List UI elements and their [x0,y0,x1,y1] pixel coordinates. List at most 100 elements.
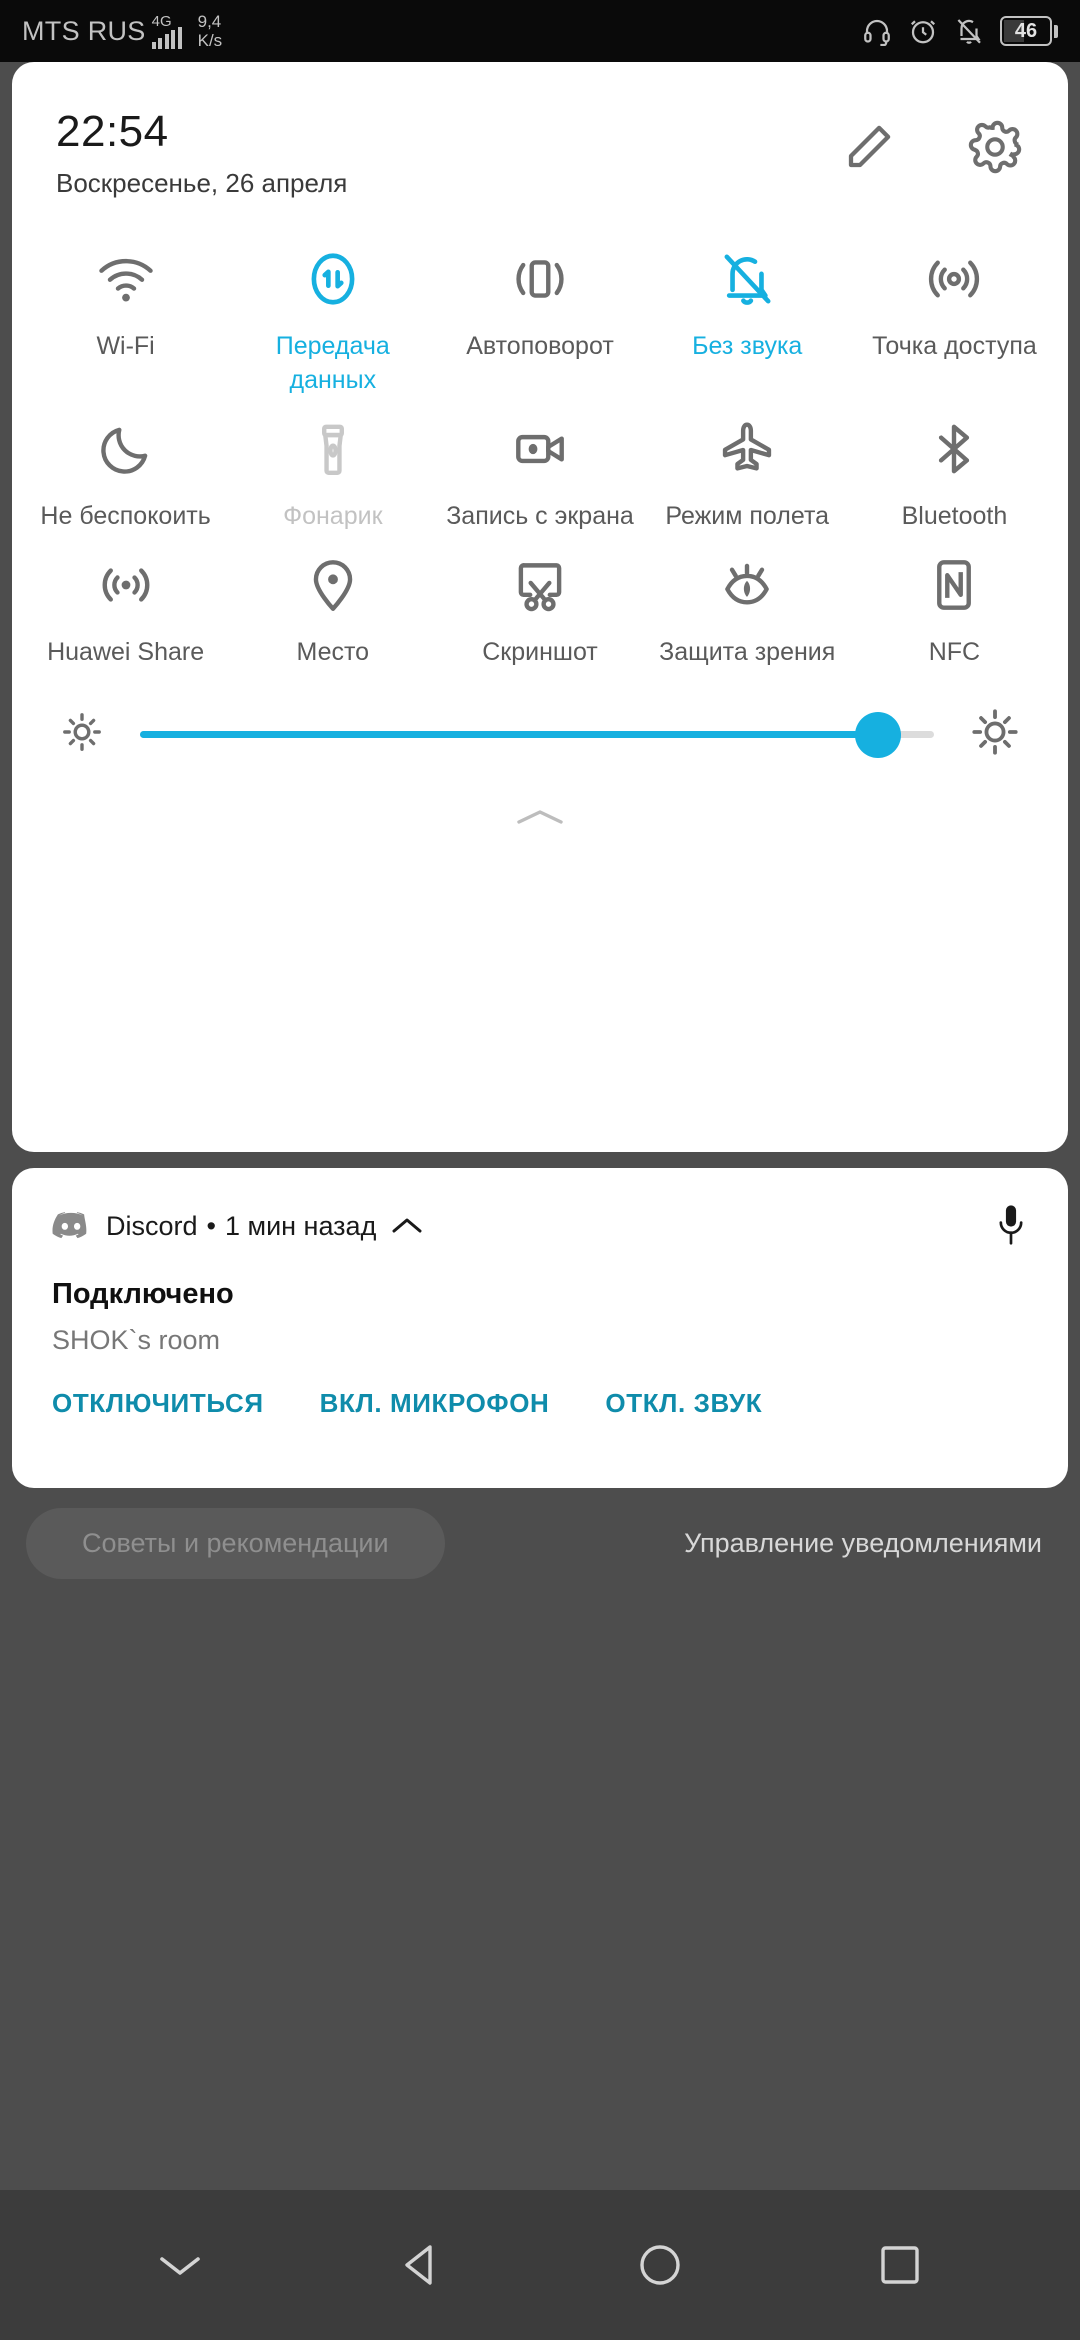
data-speed-unit: K/s [197,31,223,50]
battery-indicator: 46 [1000,16,1058,46]
quick-settings-row: Wi-Fi Передача данных Автоповорот Без зв… [22,227,1058,397]
battery-percent: 46 [1014,19,1038,42]
notification-title: Подключено [52,1278,234,1310]
auto-rotate-icon [509,241,571,317]
quick-settings-row: Huawei Share Место Скриншот Защита зрени… [22,533,1058,669]
qs-tile-label: Wi-Fi [96,332,155,360]
notification-shade-footer: Советы и рекомендации Управление уведомл… [0,1488,1080,1598]
qs-tile-do-not-disturb[interactable]: Не беспокоить [22,397,229,533]
qs-tile-airplane-mode[interactable]: Режим полета [644,397,851,533]
qs-tile-hotspot[interactable]: Точка доступа [851,227,1058,397]
clock-date-block: 22:54 Воскресенье, 26 апреля [56,110,347,199]
navigation-bar [0,2190,1080,2340]
airplane-icon [716,411,778,487]
microphone-icon[interactable] [994,1202,1028,1250]
brightness-low-icon [58,708,106,761]
qs-tile-label: Запись с экрана [446,502,634,530]
brightness-slider[interactable] [140,711,934,758]
brightness-slider-row [12,669,1068,764]
chevron-down-icon[interactable] [120,2205,240,2325]
data-speed-value: 9,4 [197,12,222,31]
hotspot-icon [923,241,985,317]
back-triangle-icon[interactable] [360,2205,480,2325]
discord-icon [52,1207,90,1245]
chevron-up-icon[interactable] [390,1215,424,1237]
qs-tile-label: Автоповорот [466,332,614,360]
qs-tile-auto-rotate[interactable]: Автоповорот [436,227,643,397]
notification-header: Discord • 1 мин назад [52,1202,1028,1250]
moon-icon [95,411,157,487]
date-label: Воскресенье, 26 апреля [56,168,348,198]
alarm-icon [908,16,938,46]
notification-app-name: Discord [106,1210,198,1241]
manage-notifications-link[interactable]: Управление уведомлениями [684,1528,1054,1559]
qs-tile-label: NFC [928,638,981,666]
brightness-slider-fill [140,731,879,738]
notification-card-discord[interactable]: Discord • 1 мин назад Подключено SHOK`s … [12,1168,1068,1488]
enable-microphone-button[interactable]: ВКЛ. МИКРОФОН [320,1388,550,1419]
headphones-icon [862,16,892,46]
gear-icon[interactable] [966,118,1024,176]
wifi-icon [95,241,157,317]
nfc-icon [923,547,985,623]
clock-label: 22:54 [56,107,169,156]
quick-settings-grid: Wi-Fi Передача данных Автоповорот Без зв… [12,199,1068,669]
qs-tile-label: Режим полета [665,502,830,530]
phone-screen: MTS RUS 4G 9,4 K/s 46 22:54 Воскресенье,… [0,0,1080,2340]
pencil-icon[interactable] [842,120,896,174]
qs-tile-flashlight[interactable]: Фонарик [229,397,436,533]
qs-tile-label: Bluetooth [901,502,1008,530]
carrier-label: MTS RUS [22,15,146,46]
status-bar-left: MTS RUS 4G 9,4 K/s [22,12,222,50]
qs-tile-label: Передача данных [275,332,390,394]
home-circle-icon[interactable] [600,2205,720,2325]
qs-tile-label: Место [296,638,370,666]
brightness-slider-thumb[interactable] [855,711,902,758]
notification-timestamp: 1 мин назад [224,1210,377,1241]
notification-subtitle: SHOK`s room [52,1325,221,1355]
data-speed: 9,4 K/s [198,12,223,50]
status-bar-right: 46 [862,16,1058,46]
qs-tile-label: Не беспокоить [40,502,211,530]
status-bar: MTS RUS 4G 9,4 K/s 46 [0,0,1080,62]
brightness-high-icon [968,705,1022,764]
qs-tile-label: Huawei Share [47,638,205,666]
huawei-share-icon [95,547,157,623]
qs-tile-mobile-data[interactable]: Передача данных [229,227,436,397]
bell-off-icon [716,241,778,317]
qs-tile-wifi[interactable]: Wi-Fi [22,227,229,397]
qs-tile-location[interactable]: Место [229,533,436,669]
notification-separator: • [206,1210,216,1241]
qs-tile-eye-comfort[interactable]: Защита зрения [644,533,851,669]
bluetooth-icon [923,411,985,487]
qs-tile-screenshot[interactable]: Скриншот [436,533,643,669]
quick-settings-panel: 22:54 Воскресенье, 26 апреля Wi-Fi Перед… [12,62,1068,1152]
signal-bars-icon [151,26,182,49]
qs-tile-label: Защита зрения [659,638,836,666]
scissors-icon [509,547,571,623]
qs-tile-silent[interactable]: Без звука [644,227,851,397]
qs-tile-label: Точка доступа [872,332,1037,360]
screen-record-icon [509,411,571,487]
data-transfer-icon [302,241,364,317]
recents-square-icon[interactable] [840,2205,960,2325]
qs-tile-label: Скриншот [482,638,598,666]
qs-tile-bluetooth[interactable]: Bluetooth [851,397,1058,533]
qs-tile-nfc[interactable]: NFC [851,533,1058,669]
disconnect-button[interactable]: ОТКЛЮЧИТЬСЯ [52,1388,264,1419]
quick-settings-row: Не беспокоить Фонарик Запись с экрана Ре… [22,397,1058,533]
tips-and-recommendations-pill[interactable]: Советы и рекомендации [26,1507,445,1579]
quick-settings-header-actions [842,110,1024,176]
qs-tile-label: Фонарик [283,502,383,530]
location-pin-icon [302,547,364,623]
signal-indicator: 4G [151,14,182,49]
flashlight-icon [302,411,364,487]
qs-tile-huawei-share[interactable]: Huawei Share [22,533,229,669]
notification-actions: ОТКЛЮЧИТЬСЯ ВКЛ. МИКРОФОН ОТКЛ. ЗВУК [52,1388,1028,1419]
bell-off-icon [954,16,984,46]
qs-tile-screen-record[interactable]: Запись с экрана [436,397,643,533]
panel-expand-handle[interactable] [12,804,1068,830]
quick-settings-header: 22:54 Воскресенье, 26 апреля [12,62,1068,199]
mute-sound-button[interactable]: ОТКЛ. ЗВУК [605,1388,762,1419]
eye-comfort-icon [716,547,778,623]
